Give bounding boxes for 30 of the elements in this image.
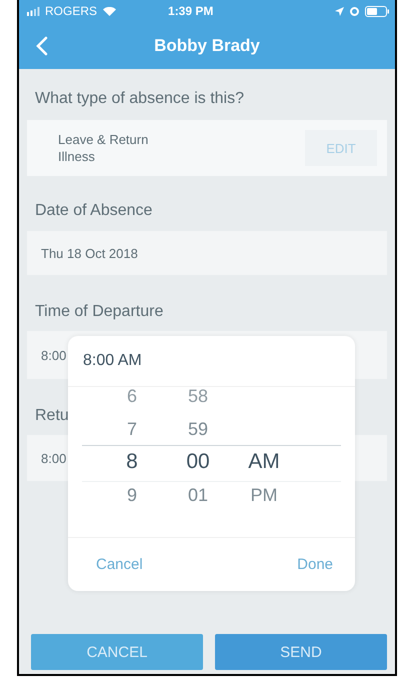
picker-option[interactable]: 7 — [114, 414, 150, 444]
date-label: Date of Absence — [34, 202, 154, 220]
picker-option[interactable]: AM — [246, 447, 282, 477]
signal-icon — [27, 6, 41, 16]
location-icon — [335, 6, 344, 16]
departure-label: Time of Departure — [34, 303, 164, 321]
picker-option[interactable]: 00 — [180, 447, 216, 477]
picker-option[interactable]: 6 — [114, 387, 150, 411]
absence-reason: Illness — [58, 148, 96, 165]
back-icon[interactable] — [36, 36, 48, 56]
picker-option[interactable]: 59 — [180, 414, 216, 444]
picker-option[interactable]: 01 — [180, 480, 216, 510]
cancel-button[interactable]: CANCEL — [31, 634, 203, 670]
wifi-icon — [103, 6, 116, 16]
picker-option[interactable]: PM — [246, 480, 282, 510]
status-time: 1:39 PM — [168, 4, 214, 18]
nav-title: Bobby Brady — [154, 36, 260, 56]
picker-option[interactable]: 9 — [114, 480, 150, 510]
absence-type: Leave & Return — [58, 131, 150, 148]
picker-option[interactable]: 8 — [114, 447, 150, 477]
picker-value: 8:00 AM — [68, 336, 355, 387]
battery-icon — [365, 6, 389, 16]
cancel-link[interactable]: Cancel — [92, 552, 147, 577]
carrier-name: ROGERS — [45, 4, 98, 18]
done-link[interactable]: Done — [293, 552, 337, 577]
question-label: What type of absence is this? — [34, 90, 245, 108]
picker-option[interactable]: 58 — [180, 387, 216, 411]
send-button[interactable]: SEND — [215, 634, 387, 670]
date-field[interactable]: Thu 18 Oct 2018 — [27, 231, 387, 275]
return-label: Retu — [34, 407, 70, 425]
